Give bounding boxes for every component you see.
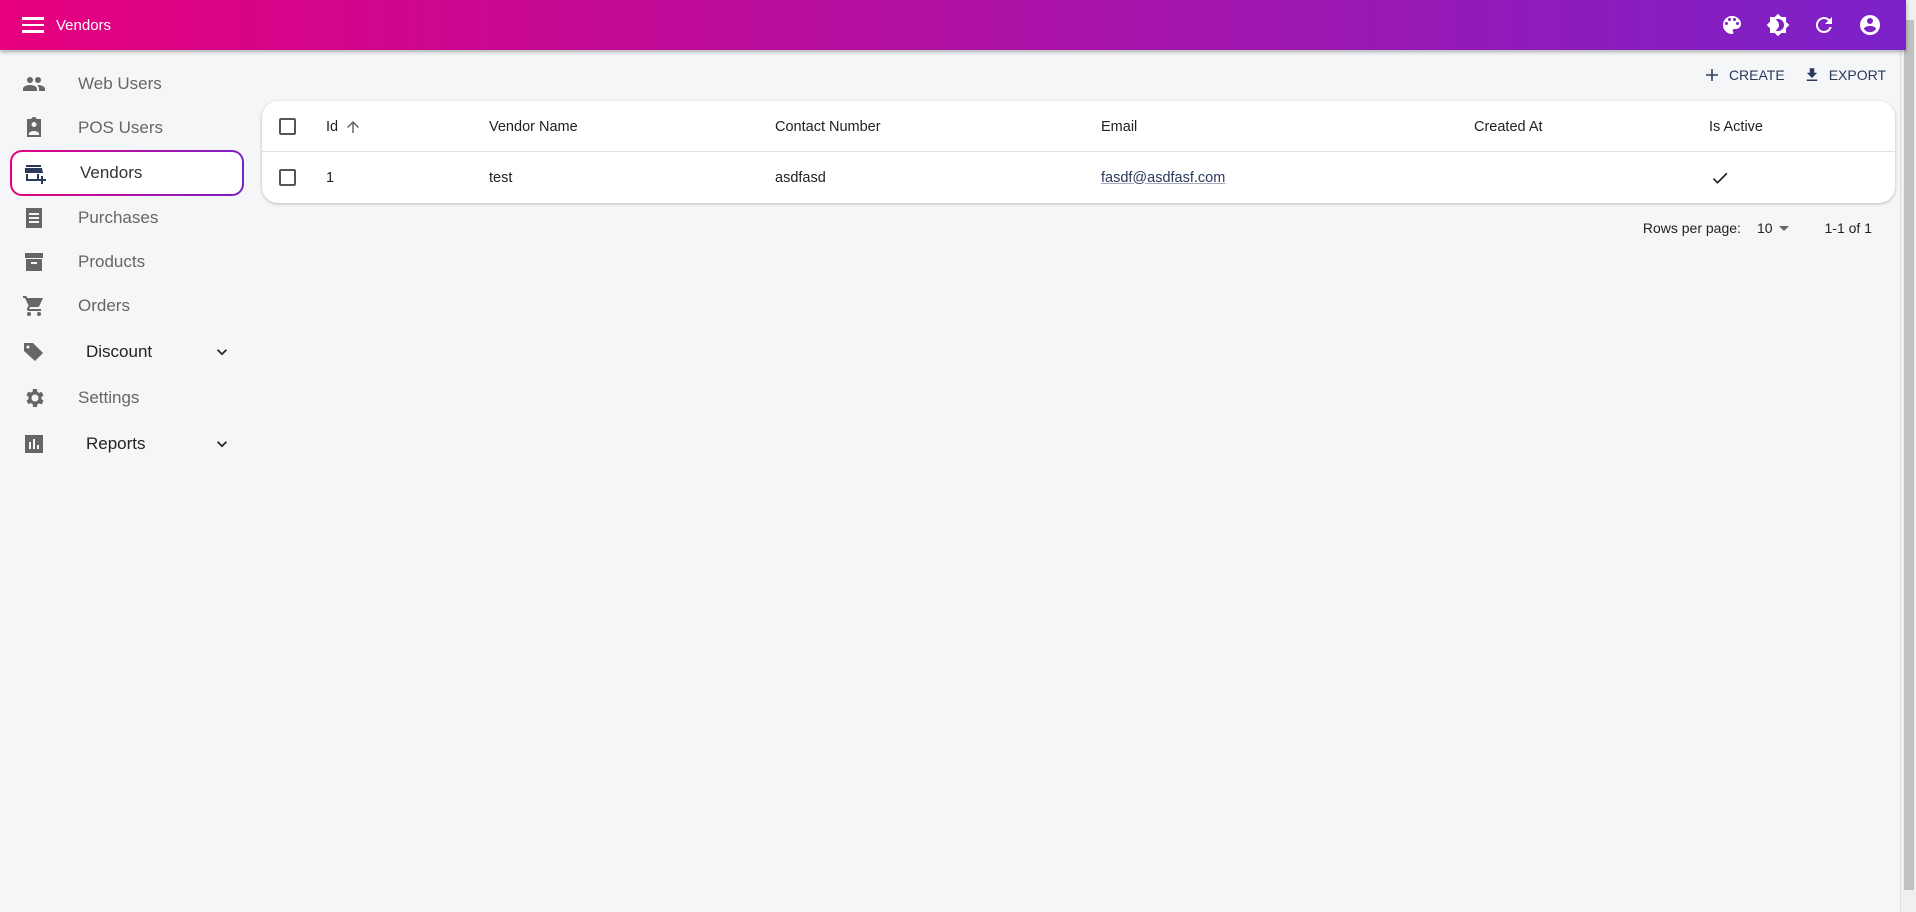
add-business-icon bbox=[25, 165, 46, 184]
column-header-is-active[interactable]: Is Active bbox=[1709, 101, 1763, 152]
sidebar-item-vendors[interactable]: Vendors bbox=[10, 150, 244, 196]
sidebar-item-products[interactable]: Products bbox=[10, 240, 244, 284]
inventory-icon bbox=[25, 253, 43, 271]
column-header-email[interactable]: Email bbox=[1101, 101, 1137, 152]
sidebar-item-web-users[interactable]: Web Users bbox=[10, 62, 244, 106]
app-bar: Vendors bbox=[0, 0, 1906, 50]
column-header-created-at[interactable]: Created At bbox=[1474, 101, 1543, 152]
cell-email-link[interactable]: fasdf@asdfasf.com bbox=[1101, 170, 1225, 186]
brightness-icon[interactable] bbox=[1766, 13, 1790, 37]
sidebar-item-pos-users[interactable]: POS Users bbox=[10, 106, 244, 150]
column-header-contact-number[interactable]: Contact Number bbox=[775, 101, 881, 152]
dropdown-arrow-icon bbox=[1778, 225, 1789, 231]
page-title: Vendors bbox=[56, 16, 112, 34]
plus-icon bbox=[1705, 69, 1718, 81]
chart-icon bbox=[25, 435, 43, 453]
palette-icon[interactable] bbox=[1720, 13, 1744, 37]
gear-icon bbox=[26, 389, 44, 407]
create-button[interactable]: CREATE bbox=[1703, 66, 1785, 84]
pagination-range: 1-1 of 1 bbox=[1824, 220, 1872, 236]
sidebar-item-purchases[interactable]: Purchases bbox=[10, 196, 244, 240]
cell-contact-number: asdfasd bbox=[775, 169, 826, 186]
column-header-vendor-name[interactable]: Vendor Name bbox=[489, 101, 578, 152]
sidebar-item-orders[interactable]: Orders bbox=[10, 284, 244, 328]
vendors-table: Id Vendor Name Contact Number Email Crea… bbox=[262, 101, 1895, 203]
select-all-checkbox[interactable] bbox=[279, 118, 296, 135]
cell-id: 1 bbox=[326, 169, 335, 186]
people-icon bbox=[23, 77, 45, 91]
badge-icon bbox=[27, 117, 41, 137]
sidebar-item-discount[interactable]: Discount bbox=[10, 328, 244, 376]
refresh-icon[interactable] bbox=[1812, 13, 1836, 37]
download-icon bbox=[1806, 68, 1817, 81]
arrow-up-icon bbox=[347, 120, 360, 133]
chevron-down-icon[interactable] bbox=[212, 434, 232, 454]
column-header-id[interactable]: Id bbox=[326, 101, 362, 152]
account-icon[interactable] bbox=[1858, 13, 1882, 37]
row-checkbox[interactable] bbox=[279, 169, 296, 186]
cart-icon bbox=[23, 296, 43, 316]
sidebar-item-settings[interactable]: Settings bbox=[10, 376, 244, 420]
scrollbar-thumb[interactable] bbox=[1904, 20, 1914, 890]
cell-vendor-name: test bbox=[489, 169, 513, 186]
menu-icon[interactable] bbox=[22, 13, 44, 37]
rows-per-page-select[interactable]: 10 bbox=[1757, 220, 1789, 236]
table-header-row: Id Vendor Name Contact Number Email Crea… bbox=[262, 101, 1895, 152]
chevron-down-icon[interactable] bbox=[212, 342, 232, 362]
table-row[interactable]: 1 test asdfasd fasdf@asdfasf.com bbox=[262, 152, 1895, 203]
export-button[interactable]: EXPORT bbox=[1803, 66, 1886, 84]
sidebar-item-reports[interactable]: Reports bbox=[10, 420, 244, 468]
tag-icon bbox=[24, 343, 43, 361]
pagination: Rows per page: 10 1-1 of 1 bbox=[1642, 220, 1872, 236]
scrollbar[interactable] bbox=[1900, 0, 1916, 912]
receipt-icon bbox=[26, 208, 42, 228]
check-icon bbox=[1712, 172, 1728, 184]
sidebar: Web Users POS Users Vendors Purchases Pr… bbox=[0, 62, 250, 468]
